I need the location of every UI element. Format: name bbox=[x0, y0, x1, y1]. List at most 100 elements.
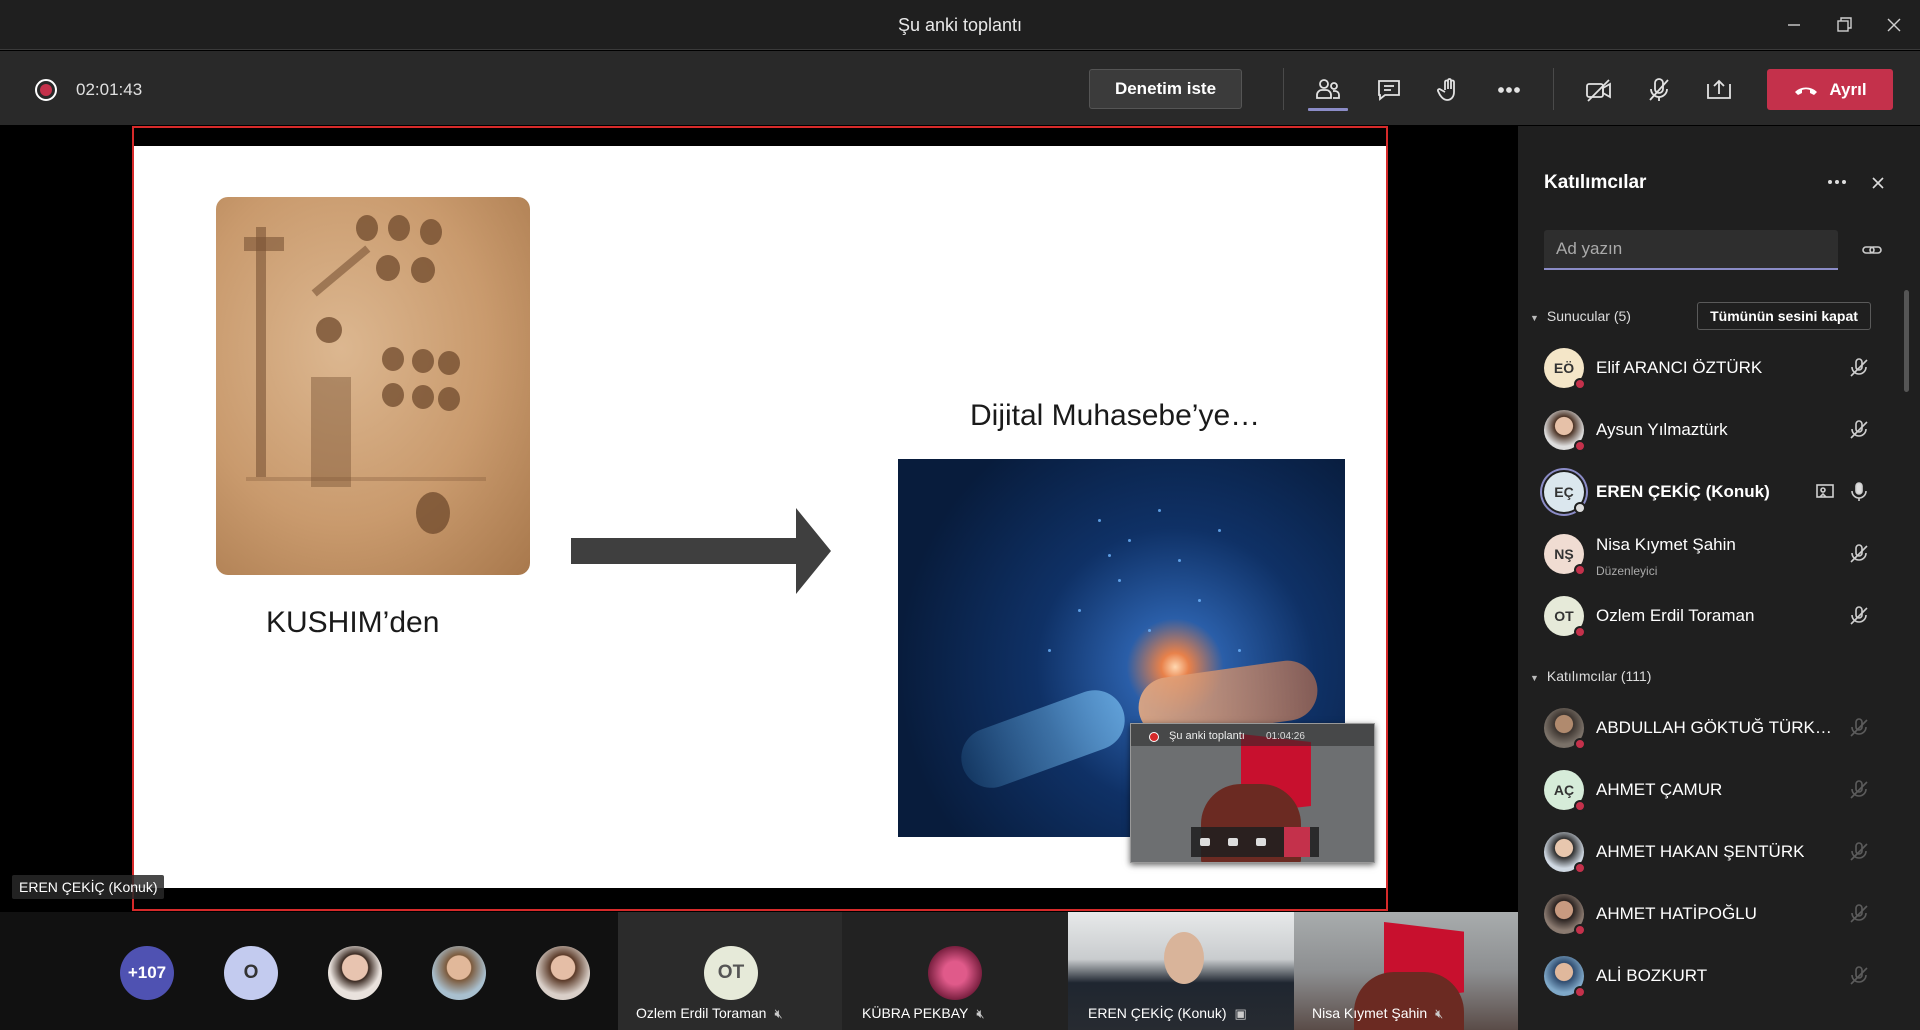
camera-toggle-button[interactable] bbox=[1579, 70, 1619, 110]
avatar: EÇ bbox=[1544, 472, 1586, 514]
participant-row[interactable]: AHMET HATİPOĞLU bbox=[1518, 883, 1906, 945]
participant-name: AHMET HATİPOĞLU bbox=[1596, 904, 1757, 923]
presenters-section-header[interactable]: ▼ Sunucular (5) bbox=[1530, 308, 1631, 324]
minimize-icon bbox=[1788, 24, 1800, 26]
status-icon bbox=[1574, 738, 1586, 750]
participant-search-input[interactable] bbox=[1544, 230, 1838, 270]
people-icon bbox=[1316, 79, 1340, 99]
participant-tile[interactable]: OT Ozlem Erdil Toraman 🔇︎ bbox=[618, 912, 842, 1030]
participant-photo-avatar[interactable] bbox=[536, 946, 590, 1000]
mic-off-icon: 🔇︎ bbox=[1435, 1006, 1444, 1021]
avatar: NŞ bbox=[1544, 534, 1586, 576]
request-control-button[interactable]: Denetim iste bbox=[1089, 69, 1242, 109]
participant-photo-avatar[interactable] bbox=[432, 946, 486, 1000]
restore-icon bbox=[1837, 17, 1852, 32]
toolbar-divider bbox=[1553, 68, 1554, 110]
restore-button[interactable] bbox=[1824, 8, 1864, 42]
show-chat-button[interactable] bbox=[1369, 70, 1409, 110]
status-icon bbox=[1574, 502, 1586, 514]
participant-row[interactable]: EÖ Elif ARANCI ÖZTÜRK bbox=[1518, 337, 1906, 399]
avatar-initials: EÇ bbox=[1554, 484, 1574, 500]
tile-name-text: KÜBRA PEKBAY bbox=[862, 1005, 969, 1021]
ellipsis-icon bbox=[1828, 180, 1846, 184]
tile-name: Nisa Kıymet Şahin 🔇︎ bbox=[1312, 1005, 1443, 1022]
participant-row[interactable]: ALİ BOZKURT bbox=[1518, 945, 1906, 1007]
mic-on-icon bbox=[1848, 481, 1870, 503]
tile-initials-avatar: OT bbox=[704, 946, 758, 1000]
status-icon bbox=[1574, 862, 1586, 874]
leave-button[interactable]: Ayrıl bbox=[1767, 69, 1893, 110]
minimize-button[interactable] bbox=[1774, 8, 1814, 42]
mini-window-timer: 01:04:26 bbox=[1266, 731, 1305, 742]
tile-name: EREN ÇEKİÇ (Konuk) ▣ bbox=[1088, 1005, 1247, 1022]
participant-row[interactable]: AHMET HAKAN ŞENTÜRK bbox=[1518, 821, 1906, 883]
participants-panel: Katılımcılar ▼ Sunucular (5) Tümünün sesi… bbox=[1518, 126, 1920, 1030]
mic-off-icon bbox=[1848, 357, 1870, 379]
mini-recording-icon bbox=[1149, 732, 1159, 742]
participant-row[interactable]: AÇ AHMET ÇAMUR bbox=[1518, 759, 1906, 821]
participant-row[interactable]: Aysun Yılmaztürk bbox=[1518, 399, 1906, 461]
chat-icon bbox=[1378, 80, 1400, 101]
mic-off-icon bbox=[1848, 717, 1870, 739]
mini-camera-icon[interactable] bbox=[1200, 838, 1210, 846]
more-participants-avatar[interactable]: +107 bbox=[120, 946, 174, 1000]
meeting-toolbar bbox=[0, 51, 1920, 125]
close-icon bbox=[1887, 18, 1901, 32]
participant-tile[interactable]: KÜBRA PEKBAY 🔇︎ bbox=[842, 912, 1068, 1030]
mic-off-icon bbox=[1848, 965, 1870, 987]
mic-off-icon bbox=[1848, 543, 1870, 565]
close-window-button[interactable] bbox=[1874, 8, 1914, 42]
mic-off-icon bbox=[1848, 903, 1870, 925]
mini-hang-up-icon[interactable] bbox=[1284, 827, 1310, 857]
participant-name: Nisa Kıymet Şahin bbox=[1596, 535, 1736, 554]
panel-more-options-button[interactable] bbox=[1822, 169, 1852, 199]
raise-hand-button[interactable] bbox=[1429, 70, 1469, 110]
participant-row[interactable]: NŞ Nisa Kıymet Şahin Düzenleyici bbox=[1518, 523, 1906, 585]
avatar-initials: NŞ bbox=[1554, 546, 1574, 562]
active-tab-indicator bbox=[1308, 108, 1348, 111]
screen-share-icon: ▣ bbox=[1234, 1006, 1247, 1021]
show-participants-button[interactable] bbox=[1308, 70, 1348, 110]
tile-name-text: Ozlem Erdil Toraman bbox=[636, 1005, 767, 1021]
panel-title: Katılımcılar bbox=[1544, 172, 1647, 193]
mic-toggle-button[interactable] bbox=[1639, 70, 1679, 110]
participant-photo-avatar[interactable] bbox=[328, 946, 382, 1000]
hang-up-icon bbox=[1795, 87, 1818, 95]
avatar bbox=[1544, 894, 1586, 936]
participant-video-tile[interactable]: EREN ÇEKİÇ (Konuk) ▣ bbox=[1068, 912, 1294, 1030]
status-icon bbox=[1574, 440, 1586, 452]
tile-name: KÜBRA PEKBAY 🔇︎ bbox=[862, 1005, 985, 1022]
participant-name: ABDULLAH GÖKTUĞ TÜRKO... bbox=[1596, 718, 1836, 737]
mic-off-icon bbox=[1848, 841, 1870, 863]
mini-share-icon[interactable] bbox=[1256, 838, 1266, 846]
participant-row[interactable]: ABDULLAH GÖKTUĞ TÜRKO... bbox=[1518, 697, 1906, 759]
participant-row[interactable]: OT Ozlem Erdil Toraman bbox=[1518, 585, 1906, 647]
mini-window-controls bbox=[1191, 827, 1319, 857]
mini-window-title: Şu anki toplantı bbox=[1131, 724, 1374, 746]
title-bar: Şu anki toplantı bbox=[0, 0, 1920, 50]
tile-name-text: EREN ÇEKİÇ (Konuk) bbox=[1088, 1005, 1227, 1021]
participant-row-active-speaker[interactable]: EÇ EREN ÇEKİÇ (Konuk) bbox=[1518, 461, 1906, 523]
right-arrow-icon bbox=[571, 508, 831, 594]
status-icon bbox=[1574, 564, 1586, 576]
share-invite-link-button[interactable] bbox=[1860, 238, 1884, 262]
avatar bbox=[1544, 832, 1586, 874]
status-icon bbox=[1574, 378, 1586, 390]
participant-video-tile[interactable]: Nisa Kıymet Şahin 🔇︎ bbox=[1294, 912, 1518, 1030]
window-title: Şu anki toplantı bbox=[897, 15, 1023, 35]
participant-name: Ozlem Erdil Toraman bbox=[1596, 606, 1755, 625]
participant-avatar[interactable]: O bbox=[224, 946, 278, 1000]
avatar-initials: EÖ bbox=[1553, 360, 1575, 376]
mute-all-button[interactable]: Tümünün sesini kapat bbox=[1697, 302, 1871, 330]
meeting-mini-window[interactable]: Şu anki toplantı 01:04:26 bbox=[1130, 723, 1375, 863]
leave-label: Ayrıl bbox=[1829, 79, 1867, 99]
mini-mic-icon[interactable] bbox=[1228, 838, 1238, 846]
status-icon bbox=[1574, 986, 1586, 998]
close-panel-button[interactable] bbox=[1866, 171, 1894, 199]
share-screen-button[interactable] bbox=[1699, 70, 1739, 110]
ellipsis-icon bbox=[1498, 87, 1520, 93]
tile-name-text: Nisa Kıymet Şahin bbox=[1312, 1005, 1428, 1021]
more-actions-button[interactable] bbox=[1489, 70, 1529, 110]
panel-scrollbar[interactable] bbox=[1904, 290, 1909, 392]
attendees-section-header[interactable]: ▼ Katılımcılar (111) bbox=[1530, 668, 1651, 684]
